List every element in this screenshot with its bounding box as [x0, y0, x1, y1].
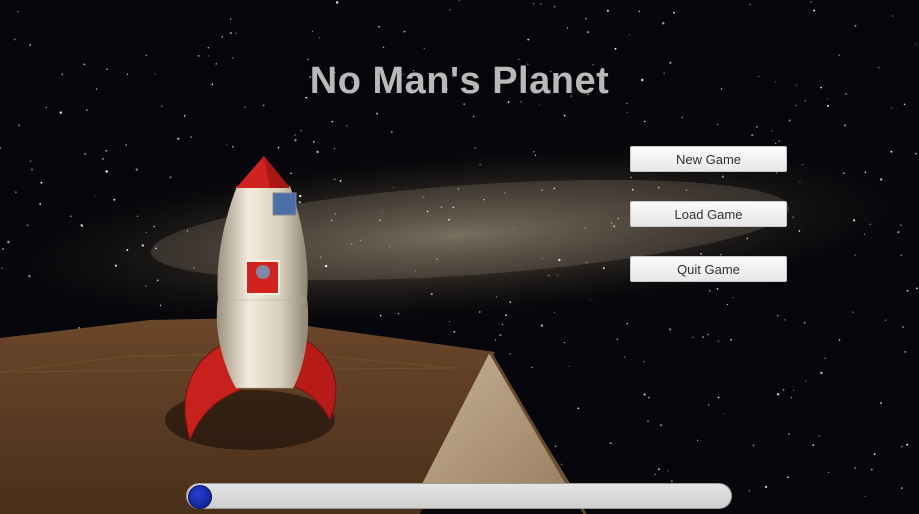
progress-slider[interactable] — [186, 483, 732, 509]
load-game-button[interactable]: Load Game — [630, 201, 787, 227]
quit-game-button[interactable]: Quit Game — [630, 256, 787, 282]
new-game-button[interactable]: New Game — [630, 146, 787, 172]
game-title: No Man's Planet — [309, 60, 610, 102]
slider-handle-icon[interactable] — [188, 485, 212, 509]
